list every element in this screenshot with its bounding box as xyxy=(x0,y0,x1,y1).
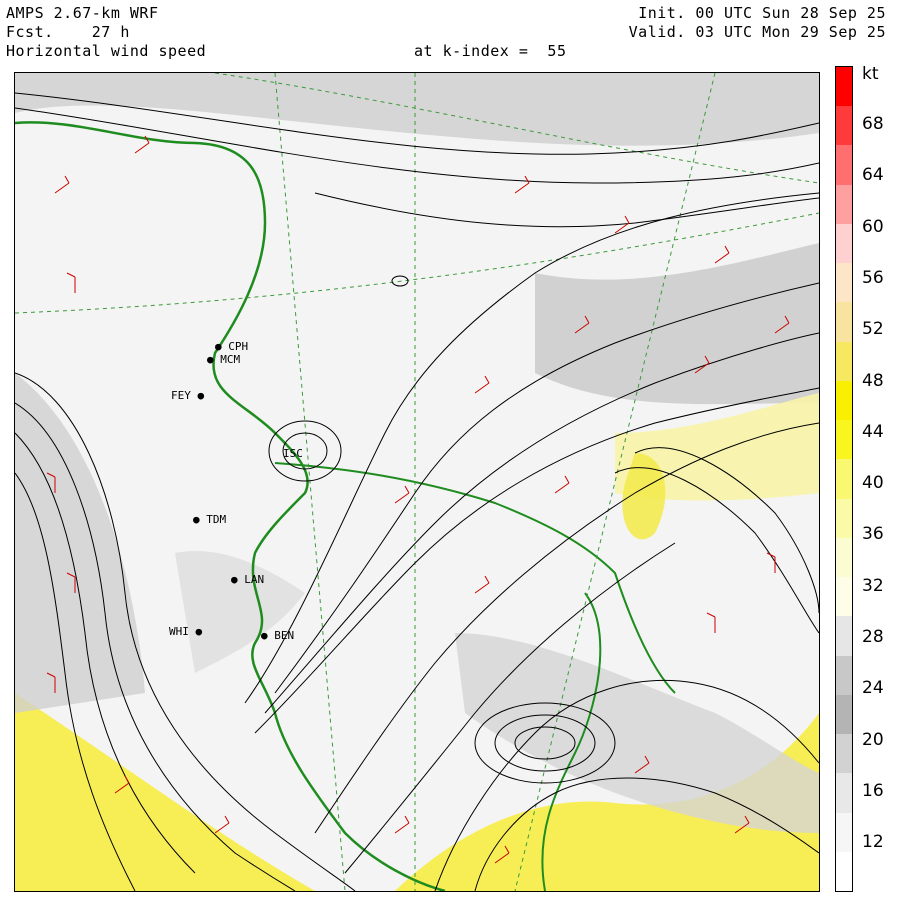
colorbar-tick-label: 52 xyxy=(862,319,884,340)
colorbar-segment xyxy=(836,498,852,539)
colorbar-tick-label: 44 xyxy=(862,421,884,442)
colorbar-segment xyxy=(836,223,852,264)
model-title: AMPS 2.67-km WRF xyxy=(6,4,159,22)
colorbar-segment xyxy=(836,145,852,186)
station-mcm: ● MCM xyxy=(207,353,241,366)
colorbar-segment xyxy=(836,812,852,853)
wind-speed-map: ● CPH ● MCM FEY ● ISC ● TDM ● LAN WHI ● … xyxy=(14,72,820,892)
colorbar-tick-label: 48 xyxy=(862,370,884,391)
colorbar-segment xyxy=(836,773,852,814)
level-label: at k-index = 55 xyxy=(414,42,567,60)
colorbar-segment xyxy=(836,420,852,460)
colorbar-tick-label: 40 xyxy=(862,473,884,494)
colorbar-unit: kt xyxy=(862,64,879,84)
colorbar-tick-label: 68 xyxy=(862,114,884,134)
map-canvas xyxy=(15,73,819,891)
colorbar-tick-label: 56 xyxy=(862,267,884,288)
station-fey: FEY ● xyxy=(171,389,205,402)
station-tdm: ● TDM xyxy=(193,513,227,526)
station-lan: ● LAN xyxy=(231,573,265,586)
field-name: Horizontal wind speed xyxy=(6,42,207,60)
colorbar-tick-label: 32 xyxy=(862,575,884,596)
colorbar-segment xyxy=(836,106,852,146)
colorbar-segment xyxy=(836,851,852,892)
station-isc: ISC xyxy=(283,447,303,460)
colorbar-tick-label: 12 xyxy=(862,832,884,853)
colorbar-segment xyxy=(836,459,852,500)
colorbar-tick-label: 28 xyxy=(862,627,884,647)
valid-time: Valid. 03 UTC Mon 29 Sep 25 xyxy=(628,23,886,41)
colorbar-segment xyxy=(836,655,852,696)
colorbar-segment xyxy=(836,67,852,107)
colorbar-tick-label: 16 xyxy=(862,780,884,801)
colorbar-tick-label: 60 xyxy=(862,216,884,237)
colorbar-segment xyxy=(836,263,852,303)
colorbar-segment xyxy=(836,184,852,225)
colorbar-segment xyxy=(836,302,852,343)
colorbar-segment xyxy=(836,380,852,421)
colorbar-segment xyxy=(836,341,852,382)
colorbar-segment xyxy=(836,537,852,578)
colorbar-tick-label: 64 xyxy=(862,165,884,186)
colorbar-segment xyxy=(836,694,852,735)
station-whi: WHI ● xyxy=(169,625,203,638)
colorbar-segment xyxy=(836,734,852,774)
colorbar xyxy=(835,66,853,892)
colorbar-tick-label: 20 xyxy=(862,729,884,750)
init-time: Init. 00 UTC Sun 28 Sep 25 xyxy=(638,4,886,22)
forecast-hour: Fcst. 27 h xyxy=(6,23,130,41)
colorbar-segment xyxy=(836,616,852,657)
colorbar-tick-label: 36 xyxy=(862,524,884,545)
station-cph: ● CPH xyxy=(215,340,249,353)
colorbar-tick-label: 24 xyxy=(862,678,884,699)
station-ben: ● BEN xyxy=(261,629,295,642)
colorbar-segment xyxy=(836,577,852,617)
